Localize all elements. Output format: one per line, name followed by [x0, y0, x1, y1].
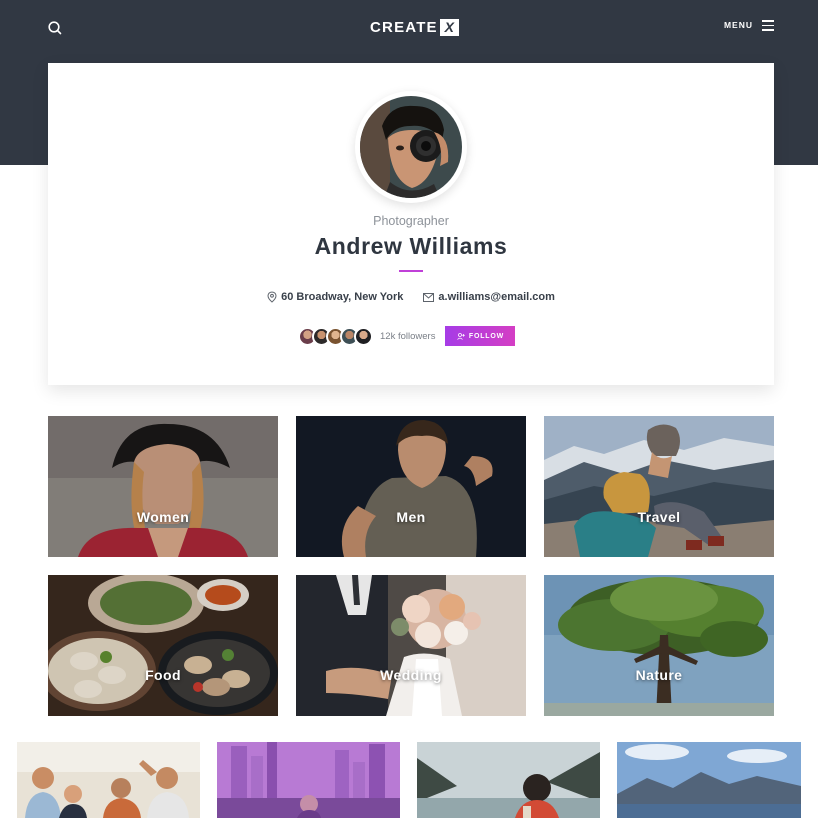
- avatar-frame: [355, 91, 467, 203]
- category-label: Food: [145, 667, 181, 683]
- brand-name: CREATE: [370, 18, 438, 36]
- brand-badge: X: [439, 18, 459, 36]
- followers-count: 12k followers: [380, 330, 436, 342]
- profile-name: Andrew Williams: [314, 233, 508, 259]
- category-label: Travel: [637, 509, 681, 525]
- category-tile-food[interactable]: Food: [48, 575, 278, 716]
- category-label: Wedding: [380, 667, 442, 683]
- category-label: Men: [396, 509, 426, 525]
- photo-tile[interactable]: [217, 742, 400, 818]
- brand-logo[interactable]: CREATE X: [370, 17, 459, 37]
- email-item[interactable]: a.williams@email.com: [423, 291, 555, 303]
- follow-button[interactable]: FOLLOW: [445, 326, 516, 346]
- category-tile-women[interactable]: Women: [48, 416, 278, 557]
- follower-avatar[interactable]: [354, 326, 373, 346]
- envelope-icon: [423, 292, 435, 302]
- category-tile-wedding[interactable]: Wedding: [296, 575, 526, 716]
- category-label: Nature: [635, 667, 683, 683]
- location-text: 60 Broadway, New York: [281, 291, 404, 303]
- category-tile-travel[interactable]: Travel: [544, 416, 774, 557]
- contact-info: 60 Broadway, New York a.williams@email.c…: [48, 291, 774, 303]
- menu-label: MENU: [723, 20, 753, 30]
- category-tile-nature[interactable]: Nature: [544, 575, 774, 716]
- category-tile-men[interactable]: Men: [296, 416, 526, 557]
- email-text[interactable]: a.williams@email.com: [438, 291, 555, 303]
- location-item: 60 Broadway, New York: [267, 291, 403, 303]
- hamburger-icon: [762, 20, 774, 31]
- profile-role: Photographer: [373, 214, 449, 228]
- map-pin-icon: [267, 291, 277, 303]
- photo-tile[interactable]: [17, 742, 200, 818]
- follower-bar: 12k followers FOLLOW: [298, 326, 516, 346]
- search-icon[interactable]: [46, 19, 64, 37]
- follower-avatars: [298, 326, 373, 346]
- photo-tile[interactable]: [417, 742, 600, 818]
- category-label: Women: [136, 509, 190, 525]
- add-user-icon: [457, 332, 465, 340]
- profile-card: Photographer Andrew Williams 60 Broadway…: [48, 63, 774, 385]
- accent-divider: [399, 270, 423, 272]
- avatar[interactable]: [360, 96, 462, 198]
- menu-button[interactable]: MENU: [723, 20, 774, 31]
- photo-tile[interactable]: [617, 742, 801, 818]
- follow-label: FOLLOW: [468, 332, 505, 340]
